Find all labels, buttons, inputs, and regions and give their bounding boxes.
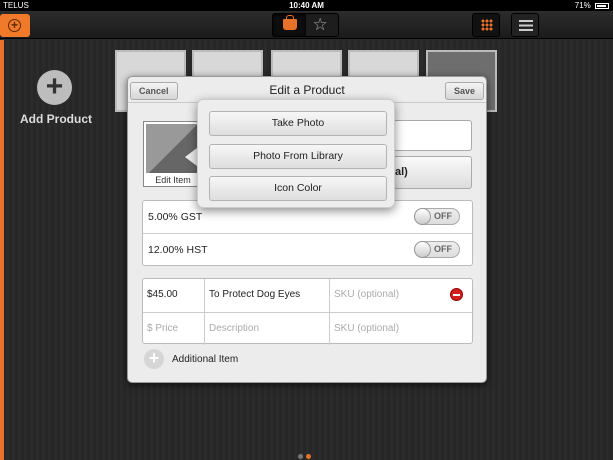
optional-field[interactable]: al) [393,156,472,189]
save-button[interactable]: Save [444,82,484,100]
list-view-button[interactable] [511,13,539,37]
add-product-button[interactable]: + [37,70,72,105]
tax-toggle[interactable]: OFF [414,208,460,225]
tax-label: 12.00% HST [148,244,208,256]
basket-icon [283,15,297,30]
table-row: $45.00 To Protect Dog Eyes SKU (optional… [143,279,472,312]
top-toolbar: + ☆ [0,11,613,39]
star-icon: ☆ [312,15,328,34]
favorites-tab[interactable]: ☆ [306,14,339,36]
plus-icon: + [144,349,164,369]
view-segmented-control: ☆ [272,13,339,37]
grid-view-button[interactable] [472,13,500,37]
remove-icon[interactable] [450,288,463,301]
accent-stripe [0,40,4,460]
add-button[interactable]: + [0,14,30,37]
product-name-field[interactable] [393,120,472,151]
price-field[interactable]: $ Price [143,313,205,345]
tax-label: 5.00% GST [148,211,203,223]
page-dot-active [306,454,311,459]
table-row: $ Price Description SKU (optional) [143,312,472,345]
description-field[interactable]: Description [205,313,330,345]
battery-percent: 71% [574,1,591,10]
popover-arrow [185,148,197,166]
toggle-knob [414,208,431,225]
toggle-state: OFF [434,244,452,254]
clock: 10:40 AM [289,1,324,10]
item-table: $45.00 To Protect Dog Eyes SKU (optional… [142,278,473,345]
description-field[interactable]: To Protect Dog Eyes [205,279,330,312]
toggle-state: OFF [434,211,452,221]
grid-icon [481,19,493,31]
tax-row: 12.00% HST OFF [143,233,472,265]
tax-list: 5.00% GST OFF 12.00% HST OFF [142,200,473,266]
products-tab[interactable] [273,14,306,36]
page-dot [298,454,303,459]
sku-field[interactable]: SKU (optional) [330,279,472,312]
cancel-button[interactable]: Cancel [130,82,178,100]
photo-from-library-button[interactable]: Photo From Library [209,144,387,169]
battery-indicator: 71% [575,0,609,11]
additional-item-label: Additional Item [172,354,239,365]
list-icon [519,20,533,31]
battery-icon [595,2,609,9]
take-photo-button[interactable]: Take Photo [209,111,387,136]
page-indicator [298,446,314,460]
sku-field[interactable]: SKU (optional) [330,313,472,345]
status-bar: TELUS 10:40 AM 71% [0,0,613,11]
photo-label: Edit Item [155,175,191,185]
photo-options-popover: Take Photo Photo From Library Icon Color [197,99,395,208]
tax-toggle[interactable]: OFF [414,241,460,258]
price-field[interactable]: $45.00 [143,279,205,312]
toggle-knob [414,241,431,258]
dialog-title: Edit a Product [269,83,345,97]
plus-icon: + [8,19,21,32]
sku-placeholder: SKU (optional) [334,289,400,300]
add-product-label[interactable]: Add Product [12,112,100,126]
icon-color-button[interactable]: Icon Color [209,176,387,201]
